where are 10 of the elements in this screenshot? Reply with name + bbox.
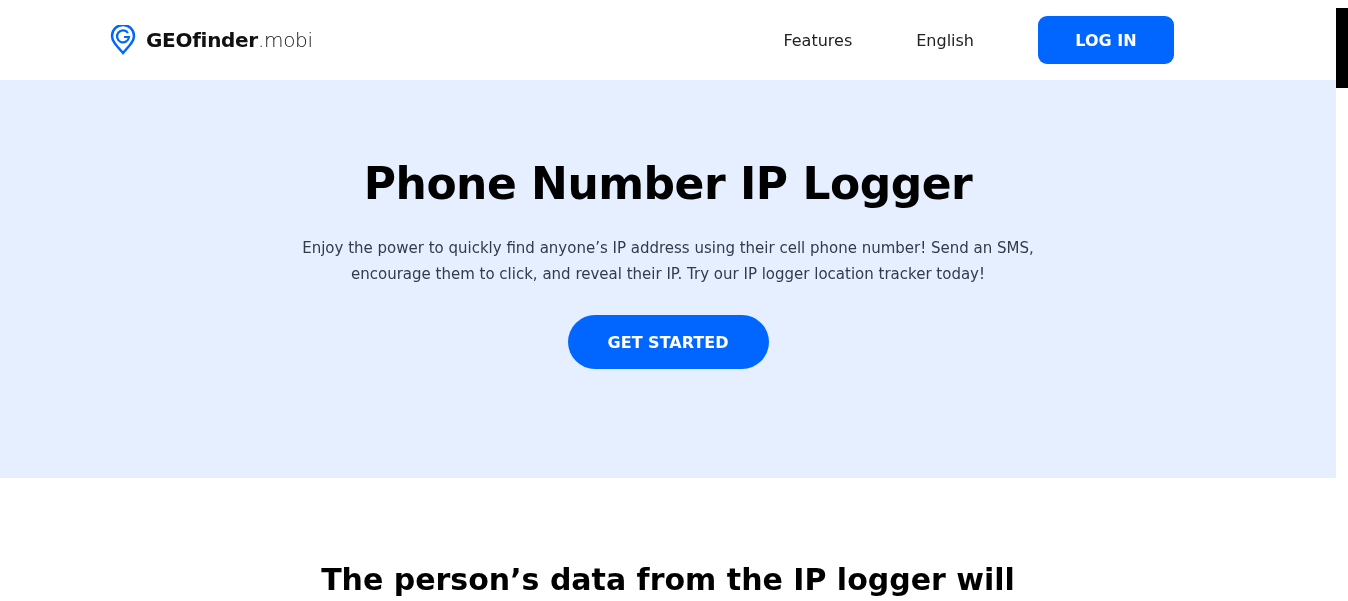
hero-title: Phone Number IP Logger — [363, 158, 973, 209]
nav-link[interactable]: Features — [783, 30, 853, 50]
get-started-button[interactable]: GET STARTED — [567, 315, 769, 369]
section-title: The person’s data from the IP logger will — [320, 562, 1016, 597]
hero-description: Enjoy the power to quickly find anyone’s IP address using their cell phone number! Send an SMS, encourage them to click, and reveal their IP. Try our IP logger location tracker today! — [301, 238, 1035, 285]
scrollbar-thumb[interactable] — [1336, 8, 1348, 88]
logo-text[interactable]: GEOfinder.mobi — [146, 28, 313, 52]
nav-link[interactable]: English — [916, 30, 974, 50]
login-button[interactable]: LOG IN — [1038, 16, 1174, 64]
location-pin-icon — [110, 25, 136, 55]
